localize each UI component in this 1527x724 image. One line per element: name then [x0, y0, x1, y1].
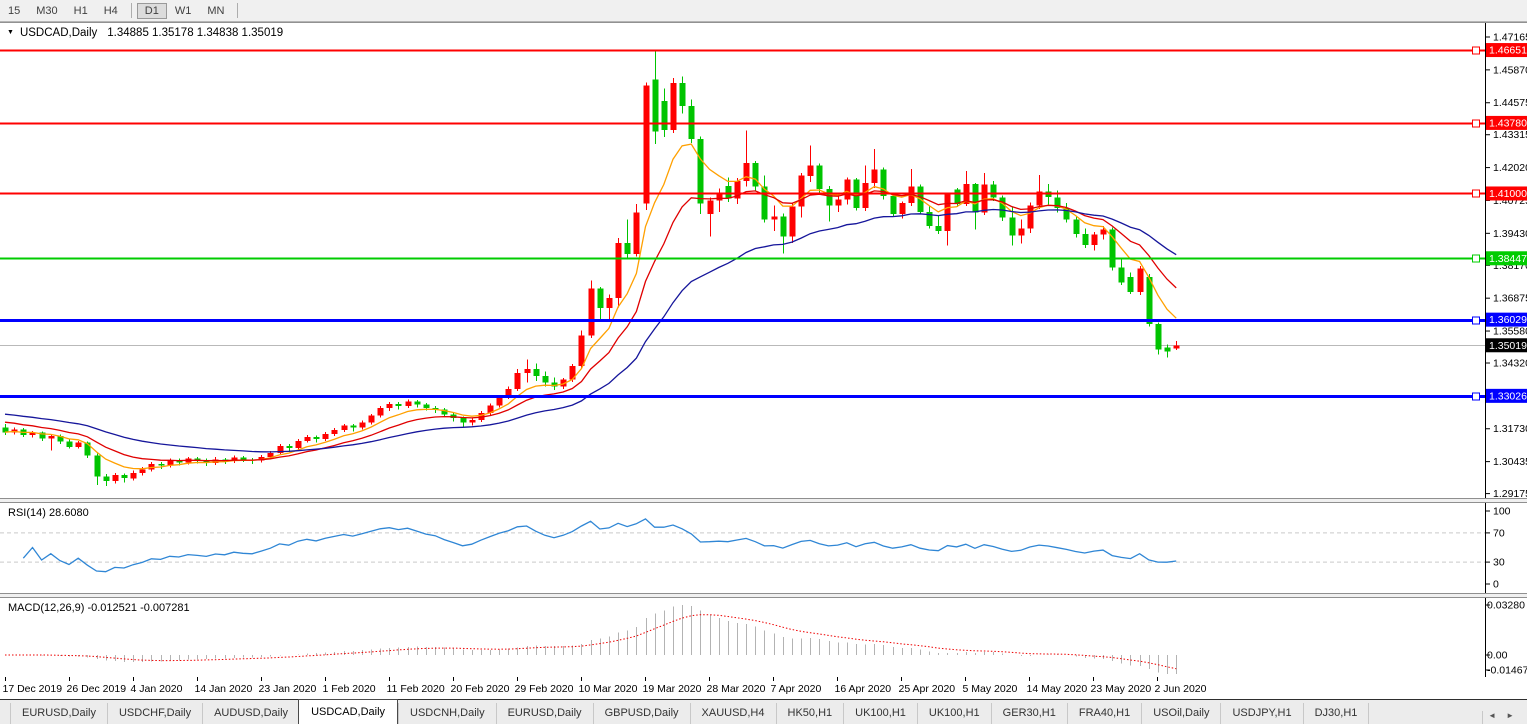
- svg-text:1.35019: 1.35019: [1489, 340, 1527, 352]
- svg-text:1.46651: 1.46651: [1489, 45, 1527, 57]
- svg-text:28 Mar 2020: 28 Mar 2020: [707, 683, 766, 695]
- chart-tab-AUDUSD-Daily[interactable]: AUDUSD,Daily: [202, 703, 299, 724]
- chart-tab-GER30-H1[interactable]: GER30,H1: [991, 703, 1067, 724]
- macd-svg[interactable]: 0.03280 0.00 -0.01467: [0, 598, 1527, 677]
- svg-text:16 Apr 2020: 16 Apr 2020: [835, 683, 892, 695]
- chart-tab-USDCNH-Daily[interactable]: USDCNH,Daily: [398, 703, 496, 724]
- svg-text:-0.01467: -0.01467: [1487, 665, 1527, 677]
- svg-text:26 Dec 2019: 26 Dec 2019: [67, 683, 127, 695]
- chart-tab-GBPUSD-Daily[interactable]: GBPUSD,Daily: [593, 703, 690, 724]
- svg-text:1 Feb 2020: 1 Feb 2020: [323, 683, 376, 695]
- timeframe-button-H4[interactable]: H4: [96, 3, 126, 19]
- rsi-line: [23, 519, 1176, 572]
- chart-tab-EURUSD-Daily[interactable]: EURUSD,Daily: [10, 703, 107, 724]
- timeframe-toolbar: 15M30H1H4 D1W1MN: [0, 0, 1527, 22]
- svg-text:1.38447: 1.38447: [1489, 253, 1527, 265]
- svg-text:1.41000: 1.41000: [1489, 188, 1527, 200]
- timeframe-button-M30[interactable]: M30: [28, 3, 65, 19]
- svg-text:1.44575: 1.44575: [1493, 97, 1527, 109]
- svg-text:1.42020: 1.42020: [1493, 162, 1527, 174]
- svg-text:7 Apr 2020: 7 Apr 2020: [771, 683, 822, 695]
- toolbar-separator: [237, 3, 238, 18]
- chart-tab-XAUUSD-H4[interactable]: XAUUSD,H4: [690, 703, 776, 724]
- svg-text:1.30435: 1.30435: [1493, 456, 1527, 468]
- svg-text:1.31730: 1.31730: [1493, 423, 1527, 435]
- svg-text:0: 0: [1493, 579, 1499, 591]
- chart-tab-USDJPY-H1[interactable]: USDJPY,H1: [1220, 703, 1302, 724]
- svg-text:19 Mar 2020: 19 Mar 2020: [643, 683, 702, 695]
- svg-text:10 Mar 2020: 10 Mar 2020: [579, 683, 638, 695]
- svg-text:20 Feb 2020: 20 Feb 2020: [451, 683, 510, 695]
- chart-tabs: EURUSD,DailyUSDCHF,DailyAUDUSD,DailyUSDC…: [0, 699, 1527, 724]
- svg-text:1.34320: 1.34320: [1493, 358, 1527, 370]
- main-chart-svg[interactable]: 1.471651.458701.445751.433151.420201.407…: [0, 22, 1527, 499]
- chart-tab-EURUSD-Daily[interactable]: EURUSD,Daily: [496, 703, 593, 724]
- svg-text:23 May 2020: 23 May 2020: [1091, 683, 1152, 695]
- svg-text:17 Dec 2019: 17 Dec 2019: [3, 683, 63, 695]
- chart-tab-USDCHF-Daily[interactable]: USDCHF,Daily: [107, 703, 202, 724]
- svg-text:5 May 2020: 5 May 2020: [963, 683, 1018, 695]
- svg-text:0.03280: 0.03280: [1487, 600, 1525, 612]
- svg-text:1.43315: 1.43315: [1493, 129, 1527, 141]
- svg-text:1.47165: 1.47165: [1493, 32, 1527, 44]
- svg-text:29 Feb 2020: 29 Feb 2020: [515, 683, 574, 695]
- chart-tab-HK50-H1[interactable]: HK50,H1: [776, 703, 844, 724]
- chart-tab-DJ30-H1[interactable]: DJ30,H1: [1303, 703, 1370, 724]
- chart-tab-FRA40-H1[interactable]: FRA40,H1: [1067, 703, 1141, 724]
- svg-text:100: 100: [1493, 506, 1511, 518]
- chart-tab-UK100-H1[interactable]: UK100,H1: [917, 703, 991, 724]
- toolbar-separator: [131, 3, 132, 18]
- svg-text:23 Jan 2020: 23 Jan 2020: [259, 683, 317, 695]
- svg-text:11 Feb 2020: 11 Feb 2020: [387, 683, 445, 695]
- macd-signal-line: [5, 615, 1176, 669]
- svg-text:1.45870: 1.45870: [1493, 64, 1527, 76]
- timeframe-button-15[interactable]: 15: [0, 3, 28, 19]
- svg-text:1.35580: 1.35580: [1493, 326, 1527, 338]
- svg-text:1.36029: 1.36029: [1489, 314, 1527, 326]
- svg-text:1.33026: 1.33026: [1489, 390, 1527, 402]
- svg-text:1.39430: 1.39430: [1493, 228, 1527, 240]
- svg-text:14 May 2020: 14 May 2020: [1027, 683, 1088, 695]
- tab-scroll-left-icon[interactable]: ◄: [1483, 711, 1501, 720]
- chart-tab-USOil-Daily[interactable]: USOil,Daily: [1141, 703, 1220, 724]
- timeframe-button-H1[interactable]: H1: [66, 3, 96, 19]
- tab-nav: ◄►: [1482, 711, 1527, 724]
- svg-text:0.00: 0.00: [1487, 650, 1508, 662]
- svg-text:2 Jun 2020: 2 Jun 2020: [1155, 683, 1207, 695]
- mt4-chart-window: 15M30H1H4 D1W1MN 1.47165 1.45870 1.44575 1.4…: [0, 0, 1527, 724]
- rsi-svg[interactable]: 100 70 30 0: [0, 503, 1527, 593]
- price-axis: 1.471651.458701.445751.433151.420201.407…: [1485, 23, 1527, 499]
- chart-tab-UK100-H1[interactable]: UK100,H1: [843, 703, 917, 724]
- svg-text:14 Jan 2020: 14 Jan 2020: [195, 683, 253, 695]
- svg-text:70: 70: [1493, 527, 1505, 539]
- timeframe-button-D1[interactable]: D1: [137, 3, 167, 19]
- svg-text:25 Apr 2020: 25 Apr 2020: [899, 683, 956, 695]
- horizontal-level-lines: [0, 47, 1485, 400]
- svg-text:30: 30: [1493, 557, 1505, 569]
- date-axis-svg: 17 Dec 2019 26 Dec 2019 4 Jan 2020 14 Jan 2…: [0, 677, 1527, 699]
- macd-histogram: [6, 605, 1177, 674]
- candles-layer: [3, 50, 1180, 486]
- svg-text:1.36875: 1.36875: [1493, 293, 1527, 305]
- svg-text:1.43780: 1.43780: [1489, 117, 1527, 129]
- timeframe-button-W1[interactable]: W1: [167, 3, 200, 19]
- chart-tab-USDCAD-Daily[interactable]: USDCAD,Daily: [298, 699, 398, 724]
- svg-text:4 Jan 2020: 4 Jan 2020: [131, 683, 183, 695]
- tab-scroll-right-icon[interactable]: ►: [1501, 711, 1519, 720]
- timeframe-button-MN[interactable]: MN: [199, 3, 232, 19]
